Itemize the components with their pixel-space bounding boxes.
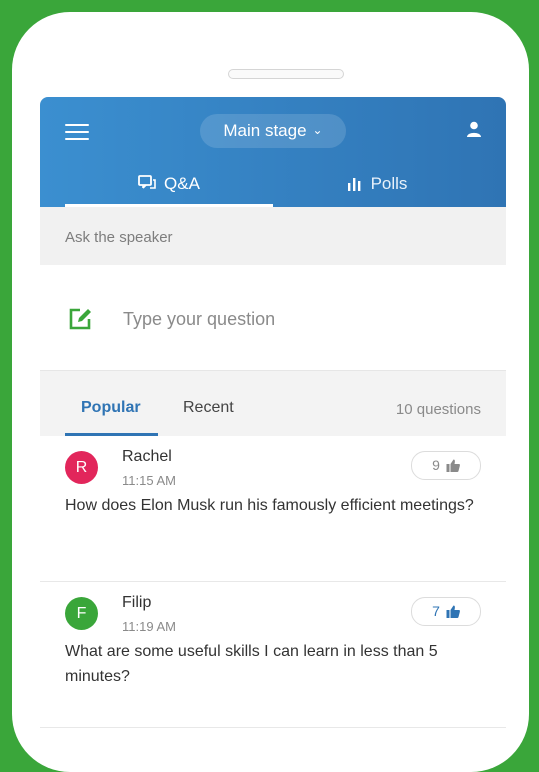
chat-bubbles-icon	[138, 175, 156, 189]
question-placeholder: Type your question	[123, 309, 276, 329]
tab-recent[interactable]: Recent	[183, 399, 234, 417]
tab-qa[interactable]: Q&A	[65, 171, 273, 207]
phone-speaker	[228, 69, 344, 79]
question-item: R Rachel 11:15 AM 9 How does Elon Musk r…	[40, 436, 506, 582]
ask-speaker-label: Ask the speaker	[65, 229, 173, 246]
tab-polls[interactable]: Polls	[273, 171, 481, 207]
upvote-count: 7	[432, 603, 440, 619]
tab-popular[interactable]: Popular	[81, 399, 141, 417]
question-input[interactable]: Type your question	[40, 265, 506, 370]
stage-selector[interactable]: Main stage ⌄	[200, 114, 346, 148]
chevron-down-icon: ⌄	[312, 123, 323, 137]
upvote-button[interactable]: 7	[411, 597, 481, 626]
question-count: 10 questions	[395, 401, 481, 418]
question-text: How does Elon Musk run his famously effi…	[65, 497, 474, 514]
upvote-count: 9	[432, 457, 440, 473]
stage-label: Main stage	[223, 121, 307, 140]
question-item: F Filip 11:19 AM 7 What are some useful …	[40, 582, 506, 728]
question-text: What are some useful skills I can learn …	[65, 643, 438, 685]
tab-polls-label: Polls	[370, 174, 408, 193]
author-name: Rachel	[122, 448, 172, 465]
avatar[interactable]: R	[65, 451, 98, 484]
question-filter-bar: Popular Recent 10 questions	[40, 370, 506, 437]
question-time: 11:19 AM	[122, 619, 176, 634]
thumbs-up-icon	[446, 459, 460, 472]
upvote-button[interactable]: 9	[411, 451, 481, 480]
user-icon[interactable]	[466, 121, 482, 137]
question-time: 11:15 AM	[122, 473, 176, 488]
hamburger-menu-icon[interactable]	[65, 124, 89, 140]
ask-speaker-bar: Ask the speaker	[40, 207, 506, 265]
bar-chart-icon	[347, 178, 360, 191]
tab-qa-label: Q&A	[164, 174, 200, 193]
avatar[interactable]: F	[65, 597, 98, 630]
app-screen: Main stage ⌄ Q&A Polls Ask the speaker T…	[40, 97, 506, 737]
header-bar: Main stage ⌄ Q&A Polls	[40, 97, 506, 207]
edit-square-icon	[69, 308, 91, 330]
author-name: Filip	[122, 594, 152, 611]
thumbs-up-icon	[446, 605, 460, 618]
